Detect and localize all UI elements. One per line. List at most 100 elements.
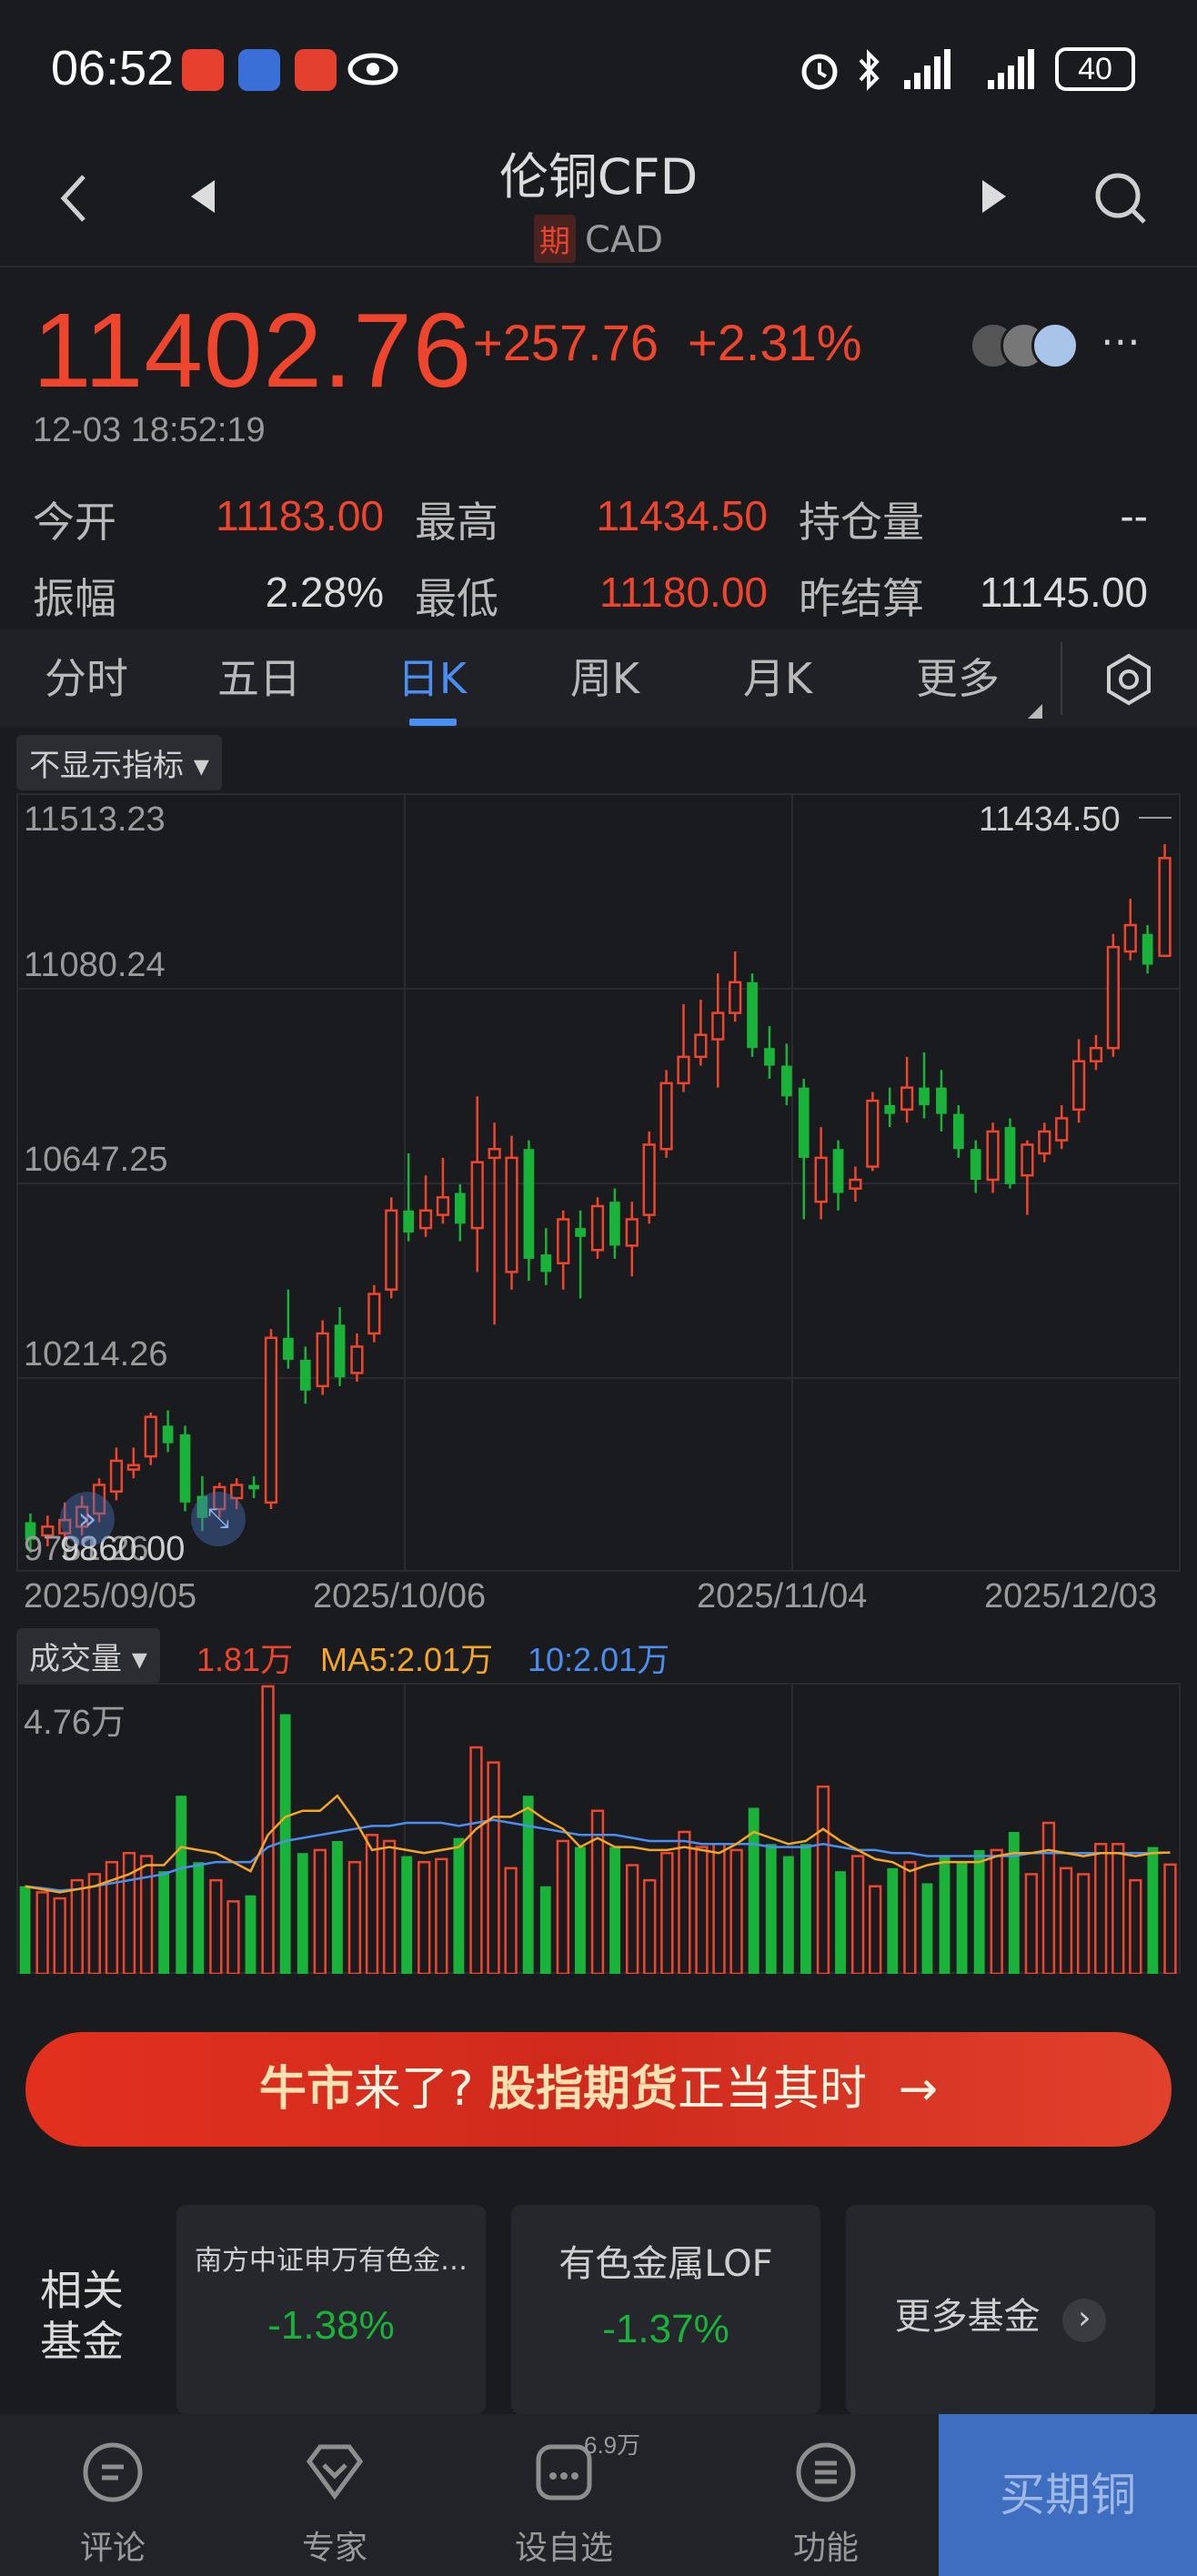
volume-bar	[139, 1855, 154, 1974]
promo-banner[interactable]: 牛市来了? 股指期货正当其时 →	[25, 2032, 1172, 2147]
candle-body	[505, 1156, 518, 1273]
nav-watchlist[interactable]: 6.9万 设自选	[455, 2414, 673, 2576]
max-price-marker	[1139, 817, 1172, 819]
candle-body	[436, 1196, 450, 1216]
chart-period-tabs: 分时 五日 日K 周K 月K 更多	[0, 629, 1197, 728]
tab-intraday[interactable]: 分时	[0, 629, 173, 728]
date-axis-label: 2025/10/06	[313, 1577, 487, 1615]
settings-icon[interactable]	[1102, 653, 1155, 706]
expand-chart-icon[interactable]: ⤡	[191, 1492, 246, 1546]
volume-bar	[903, 1860, 917, 1974]
next-instrument-icon[interactable]	[979, 176, 1010, 216]
candle-body	[1021, 1143, 1034, 1177]
volume-bar	[1041, 1821, 1056, 1974]
candle-body	[986, 1130, 1000, 1182]
price-axis-label: 11080.24	[24, 946, 166, 984]
candle-body	[694, 1033, 708, 1059]
candlestick-chart[interactable]	[16, 793, 1181, 1572]
promo-text-index-futures: 股指期货	[488, 2062, 679, 2117]
volume-bar	[176, 1796, 187, 1974]
volume-bar	[209, 1878, 223, 1974]
fund-name: 南方中证申万有色金…	[195, 2245, 468, 2277]
volume-bar	[625, 1864, 639, 1974]
more-options-icon[interactable]: ⋯	[1101, 318, 1141, 365]
candle-body	[454, 1192, 466, 1224]
nav-functions[interactable]: 功能	[717, 2414, 935, 2576]
nav-label: 设自选	[514, 2530, 613, 2567]
tab-five-day[interactable]: 五日	[173, 629, 346, 728]
buy-button[interactable]: 买期铜	[939, 2414, 1197, 2576]
fund-card[interactable]: 南方中证申万有色金… -1.38%	[176, 2205, 486, 2414]
eye-icon	[347, 53, 398, 86]
volume-bar	[417, 1860, 431, 1974]
candle-body	[109, 1459, 124, 1493]
candle-body	[609, 1202, 620, 1246]
volume-value: 1.81万	[196, 1641, 294, 1678]
signal-icon	[988, 49, 1034, 89]
candle-body	[1004, 1127, 1016, 1184]
tab-daily-k[interactable]: 日K	[346, 629, 518, 728]
candle-body	[711, 1011, 725, 1041]
fund-card[interactable]: 有色金属LOF -1.37%	[511, 2205, 820, 2414]
volume-chart[interactable]	[16, 1683, 1181, 1974]
volume-indicator-selector[interactable]: 成交量 ▾	[16, 1628, 160, 1684]
volume-bar	[279, 1714, 291, 1974]
volume-bar	[800, 1844, 811, 1974]
volume-bar	[956, 1862, 968, 1974]
volume-bar	[609, 1846, 620, 1974]
volume-bar	[487, 1761, 500, 1974]
date-axis-label: 2025/11/04	[697, 1577, 868, 1615]
candle-body	[952, 1113, 964, 1150]
tab-more[interactable]: 更多	[864, 629, 1051, 728]
nav-comment[interactable]: 评论	[4, 2414, 222, 2576]
candle-body	[866, 1099, 880, 1168]
candle-body	[780, 1065, 792, 1097]
stat-label-high: 最高	[415, 498, 498, 547]
candle-body	[162, 1425, 174, 1444]
volume-bar	[53, 1897, 66, 1974]
last-price: 11402.76	[33, 291, 473, 409]
active-tab-underline	[409, 719, 457, 726]
price-change-percent: +2.31%	[688, 314, 862, 371]
tab-monthly-k[interactable]: 月K	[691, 629, 864, 728]
volume-bar	[712, 1843, 726, 1974]
volume-bar	[35, 1891, 49, 1974]
tab-divider	[1061, 642, 1062, 715]
volume-bar	[850, 1855, 865, 1974]
indicator-selector[interactable]: 不显示指标 ▾	[16, 735, 222, 790]
stat-value-prev-settle: 11145.00	[979, 569, 1148, 616]
nav-expert[interactable]: 专家	[226, 2414, 444, 2576]
volume-bar	[678, 1830, 691, 1974]
avatar[interactable]	[1031, 322, 1079, 369]
candle-body	[798, 1087, 810, 1158]
volume-bar	[695, 1846, 709, 1974]
more-funds-label: 更多基金 ›	[846, 2287, 1155, 2342]
instrument-title: 伦铜CFD	[498, 148, 699, 206]
alarm-icon	[801, 54, 838, 90]
related-funds-title-line: 相关	[40, 2266, 124, 2315]
volume-bar	[765, 1844, 777, 1974]
candle-body	[900, 1086, 914, 1112]
candle-body	[264, 1336, 278, 1504]
candle-body	[1038, 1130, 1051, 1155]
candle-body	[729, 981, 742, 1014]
stat-value-high: 11434.50	[596, 492, 768, 539]
candle-body	[919, 1087, 930, 1105]
candle-body	[747, 981, 758, 1049]
candle-body	[179, 1434, 191, 1503]
volume-bar	[331, 1840, 343, 1974]
search-icon[interactable]	[1091, 169, 1150, 227]
scroll-left-icon[interactable]: »	[60, 1492, 115, 1546]
volume-bar	[1129, 1878, 1142, 1974]
candle-body	[970, 1149, 981, 1181]
chevron-down-icon: ▾	[193, 748, 209, 784]
candle-body	[575, 1228, 586, 1237]
volume-bar	[575, 1846, 586, 1974]
chevron-right-icon: ›	[1062, 2299, 1107, 2342]
tab-weekly-k[interactable]: 周K	[518, 629, 691, 728]
nav-label: 功能	[792, 2530, 859, 2567]
volume-bar	[313, 1848, 327, 1974]
candle-body	[1089, 1046, 1103, 1062]
stat-value-amplitude: 2.28%	[265, 569, 384, 616]
more-funds-card[interactable]: 更多基金 ›	[846, 2205, 1155, 2414]
